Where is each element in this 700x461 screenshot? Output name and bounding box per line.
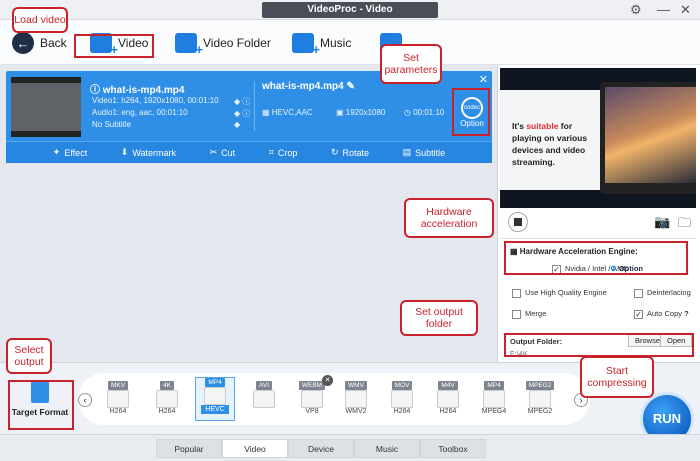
tab-music[interactable]: Music: [354, 439, 420, 458]
effect-button[interactable]: ✦ Effect: [53, 147, 87, 158]
add-music-label: Music: [320, 36, 352, 50]
snapshot-camera-icon[interactable]: 📷: [654, 214, 670, 230]
title-bar: VideoProc - Video ⚙ — ✕: [0, 0, 700, 20]
add-music-button[interactable]: + Music: [292, 30, 352, 57]
music-icon: +: [292, 33, 320, 57]
output-duration-info: ◷ 00:01:10: [404, 108, 445, 117]
preview-panel: It's suitable for playing on various dev…: [500, 68, 696, 208]
remove-video-icon[interactable]: ✕: [479, 73, 488, 86]
watermark-button[interactable]: ⬇ Watermark: [121, 147, 176, 158]
format-item[interactable]: MP4 MPEG4: [474, 381, 514, 421]
format-item[interactable]: MPEG2 MPEG2: [520, 381, 560, 421]
format-item[interactable]: MKV H264: [98, 381, 138, 421]
callout-start-compressing: Start compressing: [580, 356, 654, 398]
add-folder-label: Video Folder: [203, 36, 271, 50]
format-item[interactable]: M4V H264: [428, 381, 468, 421]
preview-caption: It's suitable for playing on various dev…: [512, 121, 588, 167]
output-file-name[interactable]: what-is-mp4.mp4 ✎: [262, 81, 355, 92]
output-codec-info: ▦ HEVC,AAC: [262, 108, 313, 117]
merge-checkbox[interactable]: Merge: [512, 309, 546, 319]
close-window-icon[interactable]: ✕: [680, 2, 691, 18]
video-thumbnail[interactable]: [11, 77, 81, 137]
format-item-selected[interactable]: MP4 HEVC: [195, 377, 235, 421]
callout-select-output: Select output: [6, 338, 52, 374]
tab-video[interactable]: Video: [222, 439, 288, 458]
format-item[interactable]: 4K H264: [147, 381, 187, 421]
rotate-button[interactable]: ↻ Rotate: [331, 147, 369, 158]
highlight-option-button: [452, 88, 490, 136]
tab-toolbox[interactable]: Toolbox: [420, 439, 486, 458]
back-arrow-icon: ←: [12, 32, 34, 54]
format-item[interactable]: MOV H264: [382, 381, 422, 421]
audio-track-select-icon[interactable]: ◆ ⓘ: [234, 108, 250, 119]
highlight-hw-accel: [504, 241, 688, 275]
callout-output-folder: Set output folder: [400, 300, 478, 336]
source-video-info: Video1: h264, 1920x1080, 00:01:10: [92, 96, 219, 105]
tab-popular[interactable]: Popular: [156, 439, 222, 458]
subtitle-button[interactable]: ▤ Subtitle: [403, 147, 446, 158]
minimize-icon[interactable]: —: [657, 2, 670, 18]
output-resolution-info: ▣ 1920x1080: [336, 108, 386, 117]
callout-hardware-acceleration: Hardware acceleration: [404, 198, 494, 238]
folder-icon: +: [175, 33, 203, 57]
add-video-folder-button[interactable]: + Video Folder: [175, 30, 271, 57]
highlight-target-format: [8, 380, 74, 430]
settings-gear-icon[interactable]: ⚙: [630, 2, 642, 18]
card-divider: [254, 81, 255, 131]
highlight-video-button: [74, 34, 154, 58]
callout-set-parameters: Set parameters: [380, 44, 442, 84]
auto-copy-checkbox[interactable]: ✓ Auto Copy ?: [634, 309, 689, 319]
category-tabs: Popular Video Device Music Toolbox: [0, 434, 700, 461]
video-track-select-icon[interactable]: ◆ ⓘ: [234, 96, 250, 107]
format-item[interactable]: AVI: [244, 381, 284, 421]
source-audio-info: Audio1: eng, aac, 00:01:10: [92, 108, 188, 117]
back-label: Back: [40, 36, 67, 50]
source-file-name: ⓘ what-is-mp4.mp4: [90, 85, 185, 96]
crop-button[interactable]: ⌗ Crop: [269, 147, 298, 158]
tab-device[interactable]: Device: [288, 439, 354, 458]
source-subtitle-info: No Subtitle: [92, 120, 132, 129]
back-button[interactable]: ← Back: [12, 30, 67, 56]
deinterlacing-checkbox[interactable]: Deinterlacing: [634, 288, 691, 298]
subtitle-select-icon[interactable]: ◆: [234, 120, 240, 129]
cut-button[interactable]: ✂ Cut: [210, 147, 236, 158]
open-snapshot-folder-icon[interactable]: 🗀: [678, 214, 691, 236]
stop-button[interactable]: [508, 212, 528, 232]
format-item[interactable]: WMV WMV2: [336, 381, 376, 421]
highlight-output-folder: [504, 333, 694, 357]
callout-load-video: Load video: [12, 7, 68, 33]
video-card[interactable]: ⓘ what-is-mp4.mp4 Video1: h264, 1920x108…: [6, 71, 492, 163]
edit-toolbar: ✦ Effect ⬇ Watermark ✂ Cut ⌗ Crop ↻ Rota…: [6, 141, 492, 163]
preview-controls: 📷 🗀: [500, 210, 696, 236]
preview-laptop-image: [600, 82, 696, 194]
scroll-left-icon[interactable]: ‹: [78, 393, 92, 407]
remove-format-icon[interactable]: ✕: [322, 375, 333, 386]
window-title: VideoProc - Video: [262, 2, 438, 18]
high-quality-checkbox[interactable]: Use High Quality Engine: [512, 288, 607, 298]
format-item[interactable]: WEBM VP8: [292, 381, 332, 421]
